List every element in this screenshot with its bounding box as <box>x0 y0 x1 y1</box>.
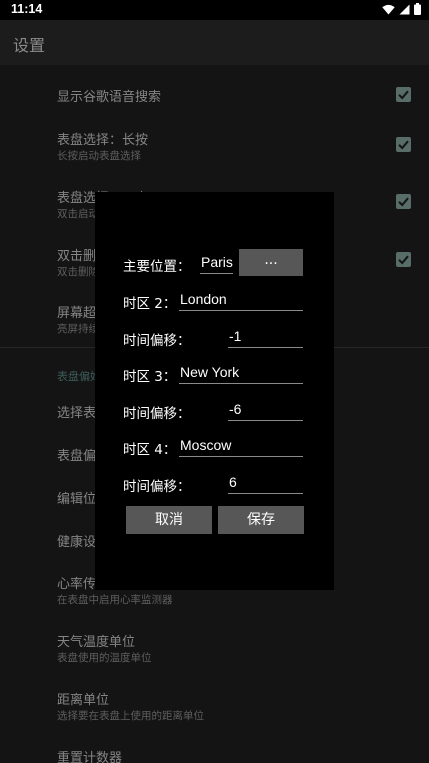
setting-voice-search[interactable]: 显示谷歌语音搜索 <box>0 65 429 121</box>
setting-temperature-unit[interactable]: 天气温度单位 表盘使用的温度单位 <box>0 624 429 682</box>
page-title: 设置 <box>13 36 46 55</box>
double-tap-checkbox[interactable] <box>396 194 411 209</box>
save-button[interactable]: 保存 <box>218 506 304 534</box>
checkmark-icon <box>398 255 409 265</box>
long-press-checkbox[interactable] <box>396 137 411 152</box>
status-time: 11:14 <box>11 2 43 16</box>
setting-subtitle: 在表盘中启用心率监测器 <box>57 594 173 606</box>
voice-search-checkbox[interactable] <box>396 87 411 102</box>
setting-title: 距离单位 <box>57 693 110 708</box>
checkmark-icon <box>398 140 409 150</box>
setting-subtitle: 表盘使用的温度单位 <box>57 652 152 664</box>
setting-title: 显示谷歌语音搜索 <box>57 90 162 105</box>
status-icons <box>382 3 421 15</box>
tz2-label: 时区 2： <box>123 296 177 312</box>
tz4-city-input[interactable]: Moscow <box>179 435 303 457</box>
battery-icon <box>414 3 421 15</box>
tz3-label: 时区 3： <box>123 369 177 385</box>
setting-watchface-long-press[interactable]: 表盘选择：长按 长按启动表盘选择 <box>0 121 429 179</box>
cancel-button[interactable]: 取消 <box>126 506 212 534</box>
signal-icon <box>399 4 410 14</box>
setting-title: 重置计数器 <box>57 751 123 763</box>
timezone-dialog: 主要位置： Paris ... 时区 2： London 时间偏移： -1 时区… <box>95 192 334 590</box>
setting-title: 天气温度单位 <box>57 635 136 650</box>
setting-subtitle: 长按启动表盘选择 <box>57 150 141 162</box>
checkmark-icon <box>398 197 409 207</box>
setting-subtitle: 选择要在表盘上使用的距离单位 <box>57 710 204 722</box>
status-bar: 11:14 <box>0 0 429 20</box>
setting-subtitle: 双击删除 <box>57 266 99 278</box>
wifi-icon <box>382 4 395 14</box>
checkmark-icon <box>398 90 409 100</box>
setting-reset-counter[interactable]: 重置计数器 <box>0 740 429 763</box>
main-location-label: 主要位置： <box>123 259 191 275</box>
main-location-field[interactable]: Paris <box>200 252 233 274</box>
setting-title: 表盘选择：长按 <box>57 133 149 148</box>
browse-location-button[interactable]: ... <box>239 249 303 276</box>
tz4-offset-input[interactable]: 6 <box>228 472 303 494</box>
app-bar: 设置 <box>0 20 429 65</box>
double-tap-delete-checkbox[interactable] <box>396 252 411 267</box>
tz3-city-input[interactable]: New York <box>179 362 303 384</box>
tz2-city-input[interactable]: London <box>179 289 303 311</box>
tz3-offset-label: 时间偏移： <box>123 406 191 422</box>
tz4-label: 时区 4： <box>123 442 177 458</box>
tz3-offset-input[interactable]: -6 <box>228 399 303 421</box>
tz2-offset-label: 时间偏移： <box>123 333 191 349</box>
tz2-offset-input[interactable]: -1 <box>228 326 303 348</box>
setting-distance-unit[interactable]: 距离单位 选择要在表盘上使用的距离单位 <box>0 682 429 740</box>
tz4-offset-label: 时间偏移： <box>123 479 191 495</box>
